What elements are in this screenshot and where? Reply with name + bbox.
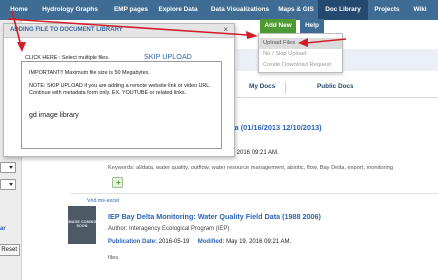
upload-info-box: IMPORTANT!! Maximum file size is 50 Mega… [21,61,222,149]
menu-item-skip-upload[interactable]: No / Skip Upload [259,49,342,60]
max-size-notice: IMPORTANT!! Maximum file size is 50 Mega… [29,70,150,76]
sidebar-link-fragment[interactable]: ar [0,226,6,232]
upload-dialog: ADDING FILE TO DOCUMENT LIBRARY × CLICK … [3,23,235,157]
result-author: Author: Interagency Ecological Program (… [108,226,230,232]
reset-button[interactable]: Reset [0,244,20,256]
nav-emp-pages[interactable]: EMP pages [108,0,154,20]
result-dates: Publication Date: 2016-05-19 Modified: M… [108,239,291,245]
row-divider [70,193,438,194]
nav-doc-library[interactable]: Doc Library [318,0,368,20]
nav-explore-data[interactable]: Explore Data [156,0,200,20]
thumbnail-placeholder-text: IMAGE COMING SOON [68,220,96,228]
filter-select-1[interactable] [0,162,16,173]
help-button[interactable]: Help [300,19,324,33]
dialog-title: ADDING FILE TO DOCUMENT LIBRARY [10,27,123,33]
top-navigation: Home Hydrology Graphs EMP pages Explore … [0,0,438,20]
modified-date-label: Modified: [197,239,225,245]
skip-upload-note: NOTE: SKIP UPLOAD if you are adding a re… [29,83,211,89]
modified-date: May 19, 2016 09:21 AM. [226,239,292,245]
add-file-icon[interactable]: + [112,177,123,188]
file-type-label: Vnd.ms-excel [87,198,120,204]
metadata-note: Continue with metadata form only. EX. YO… [29,90,187,96]
plus-icon: + [116,178,121,187]
nav-hydrology-graphs[interactable]: Hydrology Graphs [38,0,102,20]
nav-wiki[interactable]: Wiki [408,0,432,20]
result-keywords: Keywords: alldata, water quality, outflo… [108,165,394,171]
screenshot-root: Home Hydrology Graphs EMP pages Explore … [0,0,438,280]
nav-home[interactable]: Home [4,0,34,20]
add-new-button[interactable]: Add New [260,19,296,33]
tab-my-docs[interactable]: My Docs [249,83,275,90]
menu-item-create-download-request[interactable]: Create Download Request [259,60,342,71]
filter-select-2[interactable] [0,179,16,190]
close-icon[interactable]: × [223,25,228,34]
result-keywords-fragment: files. [108,255,120,261]
add-new-dropdown: Upload Files No / Skip Upload Create Dow… [258,33,343,73]
publication-date: 2016-05-19 [158,239,190,245]
result-title[interactable]: IEP Bay Delta Monitoring: Water Quality … [108,212,321,221]
nav-maps-gis[interactable]: Maps & GIS [276,0,316,20]
dialog-header: ADDING FILE TO DOCUMENT LIBRARY × [4,24,234,38]
publication-date-label: Publication Date: [108,239,158,245]
tab-public-docs[interactable]: Public Docs [317,83,354,90]
nav-projects[interactable]: Projects [370,0,404,20]
doc-tabs: My Docs Public Docs [237,80,438,98]
chevron-down-icon [9,183,13,186]
tab-divider [285,82,286,94]
nav-data-visualizations[interactable]: Data Visualizations [207,0,273,20]
library-label: gd image library [29,112,79,119]
chevron-down-icon [9,166,13,169]
document-thumbnail[interactable]: IMAGE COMING SOON [68,206,96,244]
skip-upload-link[interactable]: SKIP UPLOAD [144,52,192,61]
result-modified-date: 9, 2016 09:21 AM. [230,150,279,156]
menu-item-upload-files[interactable]: Upload Files [259,38,342,49]
